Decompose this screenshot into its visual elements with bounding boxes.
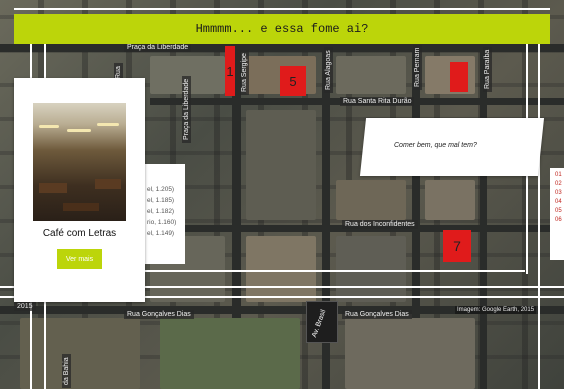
ceiling-light: [67, 129, 91, 132]
legend-line: el, 1.182): [147, 208, 175, 215]
legend-fragment: el, 1.205) el, 1.185) el, 1.182) rio, 1.…: [145, 164, 185, 264]
speech-text: Comer bem, que mal tem?: [394, 142, 477, 149]
restaurant-marker-5[interactable]: 5: [280, 66, 306, 96]
legend-number: 06: [555, 217, 562, 223]
frame-line: [14, 8, 550, 10]
road-vertical-4: [480, 44, 487, 389]
restaurant-marker-block[interactable]: [450, 62, 468, 92]
city-block: [336, 180, 406, 220]
street-label: Rua Santa Rita Durão: [340, 97, 415, 106]
photo-table: [63, 203, 99, 211]
street-label: 2015: [14, 302, 36, 311]
legend-line: el, 1.185): [147, 197, 175, 204]
see-more-button[interactable]: Ver mais: [57, 249, 102, 269]
restaurant-marker-1[interactable]: 1: [225, 46, 235, 96]
street-label: Rua dos Inconfidentes: [342, 220, 418, 229]
restaurant-name: Café com Letras: [42, 228, 117, 239]
legend-line: el, 1.149): [147, 230, 175, 237]
legend-line: rio, 1.160): [147, 219, 177, 226]
city-block: [336, 236, 406, 302]
city-block: [425, 180, 475, 220]
street-label: Rua Pernam: [413, 44, 422, 90]
photo-table: [39, 183, 67, 193]
street-label: Praça da Liberdade: [124, 43, 192, 52]
street-label: Rua Gonçalves Dias: [124, 310, 194, 319]
ceiling-light: [97, 123, 119, 126]
city-block: [345, 318, 475, 389]
street-label: Praça da Liberdade: [182, 75, 191, 143]
map-credit: Imagem: Google Earth, 2015: [455, 306, 537, 314]
frame-line: [145, 270, 525, 272]
city-block: [336, 56, 406, 94]
street-label: da Bahia: [62, 354, 71, 388]
right-legend: 01 02 03 04 05 06: [550, 168, 564, 260]
street-label: Rua Alagoas: [324, 47, 333, 93]
city-block: [246, 236, 316, 302]
frame-line: [538, 44, 540, 389]
street-label: Rua Paraíba: [483, 46, 492, 92]
av-brasil-label: Av. Brasil: [306, 301, 338, 343]
page-title: Hmmmm... e essa fome ai?: [195, 22, 369, 36]
city-block: [20, 318, 140, 389]
legend-number: 05: [555, 208, 562, 214]
legend-line: el, 1.205): [147, 186, 175, 193]
city-block: [160, 318, 300, 389]
restaurant-marker-7[interactable]: 7: [443, 230, 471, 262]
city-block: [246, 110, 316, 220]
ceiling-light: [39, 125, 59, 128]
street-label: Rua Gonçalves Dias: [342, 310, 412, 319]
legend-number: 03: [555, 190, 562, 196]
street-label: Rua Sergipe: [240, 50, 249, 95]
page-header: Hmmmm... e essa fome ai?: [14, 14, 550, 44]
restaurant-photo: [33, 103, 126, 221]
legend-number: 01: [555, 172, 562, 178]
legend-number: 02: [555, 181, 562, 187]
restaurant-card: Café com Letras Ver mais: [14, 78, 145, 302]
legend-number: 04: [555, 199, 562, 205]
photo-table: [95, 179, 121, 189]
